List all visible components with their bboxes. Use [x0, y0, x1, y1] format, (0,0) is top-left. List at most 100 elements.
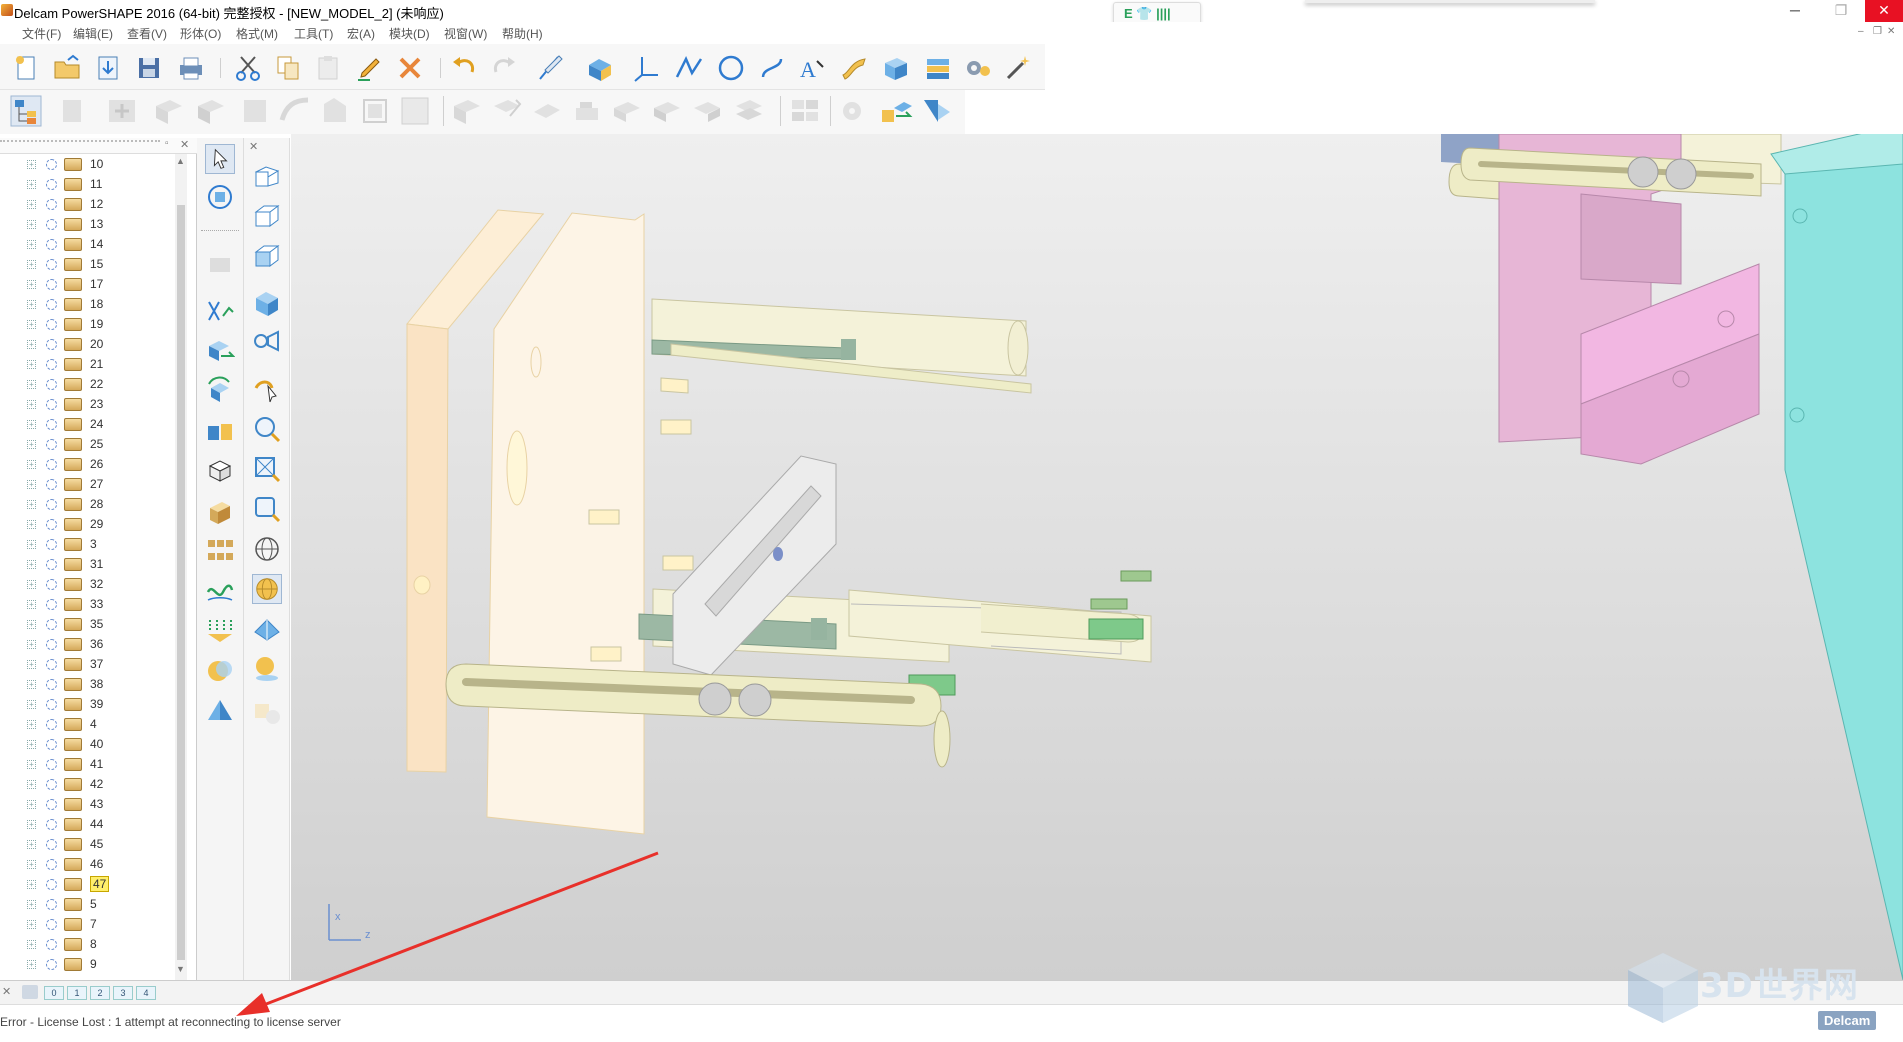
- tree-item[interactable]: +41: [0, 754, 175, 774]
- target-icon[interactable]: [46, 719, 57, 730]
- tree-item[interactable]: +19: [0, 314, 175, 334]
- expand-icon[interactable]: +: [27, 520, 36, 529]
- feature-5-icon[interactable]: [318, 94, 352, 128]
- view-front-icon[interactable]: [252, 242, 282, 272]
- cut-icon[interactable]: [233, 53, 263, 83]
- target-icon[interactable]: [46, 479, 57, 490]
- expand-icon[interactable]: +: [27, 940, 36, 949]
- expand-icon[interactable]: +: [27, 460, 36, 469]
- feature-7-icon[interactable]: [398, 94, 432, 128]
- expand-icon[interactable]: +: [27, 840, 36, 849]
- pin-icon[interactable]: ▫: [165, 138, 169, 149]
- expand-icon[interactable]: +: [27, 380, 36, 389]
- target-icon[interactable]: [46, 799, 57, 810]
- target-icon[interactable]: [46, 959, 57, 970]
- close-button[interactable]: ✕: [1865, 0, 1903, 22]
- tree-item[interactable]: +24: [0, 414, 175, 434]
- print-icon[interactable]: [176, 53, 206, 83]
- rotate-icon[interactable]: [205, 376, 235, 406]
- tree-item[interactable]: +47: [0, 874, 175, 894]
- tree-item[interactable]: +23: [0, 394, 175, 414]
- electrode-1-icon[interactable]: [450, 94, 484, 128]
- level-button-3[interactable]: 3: [113, 986, 133, 1000]
- export-icon[interactable]: [920, 94, 954, 128]
- target-icon[interactable]: [46, 539, 57, 550]
- workplane-icon[interactable]: [632, 53, 662, 83]
- expand-icon[interactable]: +: [27, 780, 36, 789]
- iso-view-2-icon[interactable]: [252, 202, 282, 232]
- expand-icon[interactable]: +: [27, 240, 36, 249]
- dynamic-rotate-icon[interactable]: [205, 182, 235, 212]
- select-pointer-icon[interactable]: [205, 144, 235, 174]
- expand-icon[interactable]: +: [27, 340, 36, 349]
- expand-icon[interactable]: +: [27, 320, 36, 329]
- polyline-icon[interactable]: [674, 53, 704, 83]
- zoom-rotate-icon[interactable]: [252, 414, 282, 444]
- lighting-icon[interactable]: [252, 654, 282, 684]
- iso-view-1-icon[interactable]: [252, 162, 282, 192]
- expand-icon[interactable]: +: [27, 580, 36, 589]
- target-icon[interactable]: [46, 259, 57, 270]
- undo-view-icon[interactable]: [252, 374, 282, 404]
- electrode-8-icon[interactable]: [732, 94, 766, 128]
- tree-item[interactable]: +29: [0, 514, 175, 534]
- view-top-icon[interactable]: [252, 288, 282, 318]
- expand-icon[interactable]: +: [27, 760, 36, 769]
- target-icon[interactable]: [46, 819, 57, 830]
- side-close-icon[interactable]: ✕: [249, 140, 258, 153]
- expand-icon[interactable]: +: [27, 600, 36, 609]
- tree-item[interactable]: +22: [0, 374, 175, 394]
- menu-window[interactable]: 视窗(W): [444, 25, 487, 42]
- tree-item[interactable]: +17: [0, 274, 175, 294]
- level-button-4[interactable]: 4: [136, 986, 156, 1000]
- expand-icon[interactable]: +: [27, 220, 36, 229]
- target-icon[interactable]: [46, 559, 57, 570]
- solid-icon[interactable]: [881, 53, 911, 83]
- target-icon[interactable]: [46, 359, 57, 370]
- tree-item[interactable]: +32: [0, 574, 175, 594]
- graphics-viewport[interactable]: x z: [291, 134, 1903, 980]
- target-icon[interactable]: [46, 879, 57, 890]
- target-icon[interactable]: [46, 579, 57, 590]
- tree-item[interactable]: +28: [0, 494, 175, 514]
- expand-icon[interactable]: +: [27, 300, 36, 309]
- solid-box-icon[interactable]: [205, 496, 235, 526]
- plane-view-icon[interactable]: [252, 614, 282, 644]
- sketch-icon[interactable]: [536, 53, 566, 83]
- target-icon[interactable]: [46, 759, 57, 770]
- tree-item[interactable]: +20: [0, 334, 175, 354]
- expand-icon[interactable]: +: [27, 480, 36, 489]
- settings-icon[interactable]: [963, 53, 993, 83]
- feature-1-icon[interactable]: [152, 94, 186, 128]
- tree-item[interactable]: +36: [0, 634, 175, 654]
- electrode-2-icon[interactable]: [490, 94, 524, 128]
- tree-item[interactable]: +42: [0, 774, 175, 794]
- offset-icon[interactable]: [205, 456, 235, 486]
- text-icon[interactable]: A: [797, 53, 827, 83]
- target-icon[interactable]: [46, 859, 57, 870]
- target-icon[interactable]: [46, 659, 57, 670]
- feature-6-icon[interactable]: [358, 94, 392, 128]
- expand-icon[interactable]: +: [27, 700, 36, 709]
- pattern-icon[interactable]: [205, 536, 235, 566]
- menu-view[interactable]: 查看(V): [127, 25, 167, 42]
- expand-icon[interactable]: +: [27, 680, 36, 689]
- expand-icon[interactable]: +: [27, 560, 36, 569]
- menu-object[interactable]: 形体(O): [180, 25, 221, 42]
- target-icon[interactable]: [46, 379, 57, 390]
- target-icon[interactable]: [46, 439, 57, 450]
- menu-help[interactable]: 帮助(H): [502, 25, 543, 42]
- block-icon[interactable]: [205, 250, 235, 280]
- expand-icon[interactable]: +: [27, 200, 36, 209]
- mdi-restore-button[interactable]: ❐: [1873, 26, 1882, 37]
- drag-handle[interactable]: [0, 140, 160, 148]
- level-button-1[interactable]: 1: [67, 986, 87, 1000]
- mirror-icon[interactable]: [205, 296, 235, 326]
- target-icon[interactable]: [46, 459, 57, 470]
- electrode-4-icon[interactable]: [570, 94, 604, 128]
- tree-item[interactable]: +12: [0, 194, 175, 214]
- tree-item[interactable]: +10: [0, 154, 175, 174]
- target-icon[interactable]: [46, 419, 57, 430]
- tree-item[interactable]: +11: [0, 174, 175, 194]
- expand-icon[interactable]: +: [27, 820, 36, 829]
